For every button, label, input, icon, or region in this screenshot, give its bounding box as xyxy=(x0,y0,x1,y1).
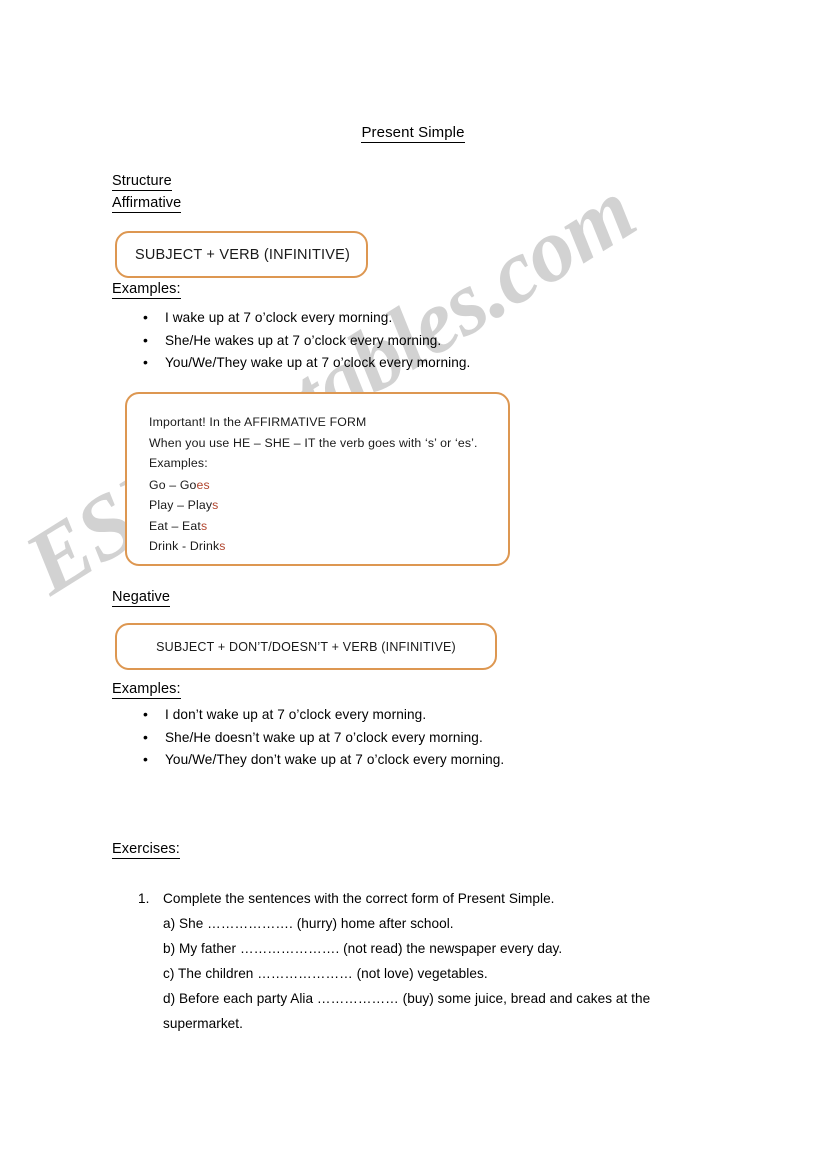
negative-examples-list: I don’t wake up at 7 o’clock every morni… xyxy=(142,703,504,772)
negative-heading-text: Negative xyxy=(112,589,171,607)
list-item: You/We/They wake up at 7 o’clock every m… xyxy=(142,351,470,375)
negative-examples-label: Examples: xyxy=(112,681,181,699)
exercises-heading-text: Exercises: xyxy=(112,841,180,859)
negative-formula-text: SUBJECT + DON’T/DOESN’T + VERB (INFINITI… xyxy=(156,639,456,654)
exercise-subitem-b: b) My father …………………. (not read) the new… xyxy=(163,941,563,956)
list-item: You/We/They don’t wake up at 7 o’clock e… xyxy=(142,748,504,772)
verb-suffix: s xyxy=(212,498,219,512)
exercises-heading: Exercises: xyxy=(112,841,180,859)
affirmative-examples-list: I wake up at 7 o’clock every morning. Sh… xyxy=(142,306,470,375)
verb-base: Eat – Eat xyxy=(149,518,201,533)
exercise-prompt: Complete the sentences with the correct … xyxy=(163,891,555,906)
verb-example-1: Go – Goes xyxy=(149,475,478,496)
verb-example-4: Drink - Drinks xyxy=(149,536,478,557)
exercise-subitem-a: a) She ………………. (hurry) home after school… xyxy=(163,916,454,931)
page-title: Present Simple xyxy=(0,124,826,143)
structure-heading-text: Structure xyxy=(112,173,172,191)
verb-suffix: es xyxy=(196,477,210,492)
affirmative-examples-label: Examples: xyxy=(112,281,181,299)
negative-heading: Negative xyxy=(112,589,171,607)
negative-examples-label-text: Examples: xyxy=(112,681,181,699)
important-note-content: Important! In the AFFIRMATIVE FORM When … xyxy=(127,394,478,557)
exercise-subitem-c: c) The children ………………… (not love) veget… xyxy=(163,966,488,981)
affirmative-formula-box: SUBJECT + VERB (INFINITIVE) xyxy=(115,231,368,278)
worksheet-page: ESLprintables.com Present Simple Structu… xyxy=(0,0,826,1169)
list-item: She/He doesn’t wake up at 7 o’clock ever… xyxy=(142,726,504,750)
list-item: I don’t wake up at 7 o’clock every morni… xyxy=(142,703,504,727)
exercise-item: 1. Complete the sentences with the corre… xyxy=(138,886,698,1036)
verb-example-3: Eat – Eats xyxy=(149,516,478,537)
exercise-number: 1. xyxy=(138,891,150,906)
structure-heading: Structure xyxy=(112,173,172,191)
verb-suffix: s xyxy=(200,518,208,533)
affirmative-heading: Affirmative xyxy=(112,195,182,213)
affirmative-heading-text: Affirmative xyxy=(112,195,182,213)
list-item: I wake up at 7 o’clock every morning. xyxy=(142,306,470,330)
worksheet-content: Present Simple Structure Affirmative SUB… xyxy=(0,0,826,1169)
page-title-text: Present Simple xyxy=(361,124,465,143)
important-line-1: Important! In the AFFIRMATIVE FORM xyxy=(149,415,367,429)
affirmative-formula-text: SUBJECT + VERB (INFINITIVE) xyxy=(135,246,351,263)
negative-formula-box: SUBJECT + DON’T/DOESN’T + VERB (INFINITI… xyxy=(115,623,497,670)
verb-base: Play – Play xyxy=(149,498,213,512)
verb-suffix: s xyxy=(219,539,226,553)
important-note-box: Important! In the AFFIRMATIVE FORM When … xyxy=(125,392,510,566)
exercise-subitem-d: d) Before each party Alia ……………… (buy) s… xyxy=(163,991,651,1031)
list-item: She/He wakes up at 7 o’clock every morni… xyxy=(142,329,470,353)
important-line-2: When you use HE – SHE – IT the verb goes… xyxy=(149,435,478,450)
verb-example-2: Play – Plays xyxy=(149,495,478,516)
affirmative-examples-label-text: Examples: xyxy=(112,281,181,299)
verb-base: Go – Go xyxy=(149,477,197,492)
verb-base: Drink - Drink xyxy=(149,539,220,553)
important-line-3: Examples: xyxy=(149,456,208,470)
